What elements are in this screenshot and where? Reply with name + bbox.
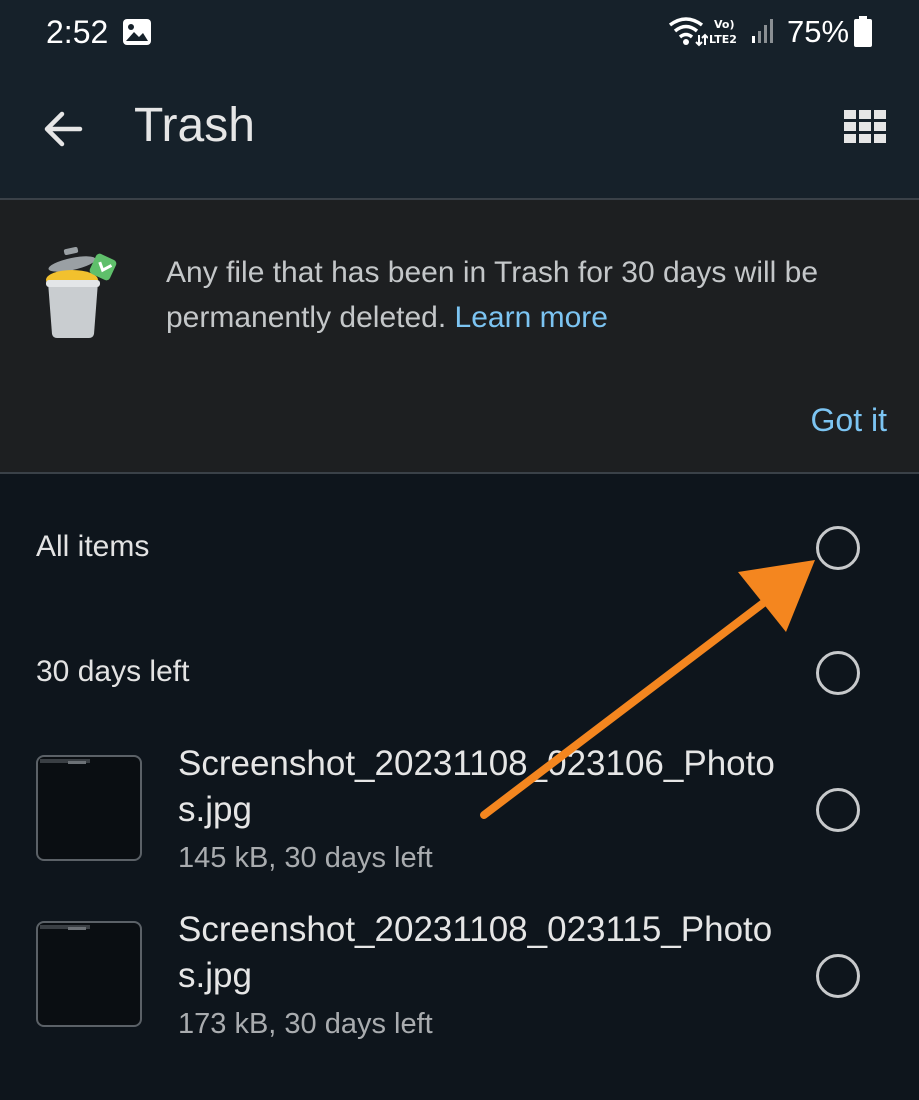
thumbnail-content [68, 927, 86, 930]
all-items-label: All items [36, 530, 150, 563]
svg-text:Vo): Vo) [714, 18, 735, 31]
got-it-button[interactable]: Got it [811, 402, 887, 439]
photo-icon [123, 19, 151, 45]
file-select-radio[interactable] [816, 788, 860, 832]
grid-view-icon[interactable] [844, 110, 886, 144]
battery-percentage: 75% [787, 14, 850, 49]
status-bar: 2:52 Vo) LTE2 75% [0, 0, 919, 70]
file-name: Screenshot_20231108_023106_Photos.jpg [178, 744, 775, 829]
battery-icon [854, 16, 872, 47]
banner-message: Any file that has been in Trash for 30 d… [166, 250, 886, 340]
file-select-radio[interactable] [816, 954, 860, 998]
volte-icon: Vo) LTE2 [709, 18, 737, 46]
all-items-radio[interactable] [816, 526, 860, 570]
file-meta: 173 kB, 30 days left [178, 1008, 433, 1040]
signal-icon [752, 19, 773, 43]
svg-text:LTE2: LTE2 [709, 33, 737, 46]
app-bar: Trash [0, 70, 919, 200]
learn-more-link[interactable]: Learn more [455, 301, 608, 334]
arrow-back-icon[interactable] [40, 106, 86, 152]
file-name: Screenshot_20231108_023115_Photos.jpg [178, 910, 773, 995]
file-thumbnail [36, 755, 142, 861]
thumbnail-content [68, 761, 86, 764]
trash-info-banner: Any file that has been in Trash for 30 d… [0, 200, 919, 474]
file-thumbnail [36, 921, 142, 1027]
file-meta: 145 kB, 30 days left [178, 842, 433, 874]
trash-can-icon [46, 246, 117, 338]
wifi-icon [668, 17, 708, 47]
group-label-30-days: 30 days left [36, 655, 190, 688]
status-time: 2:52 [46, 14, 109, 50]
group-30-days-radio[interactable] [816, 651, 860, 695]
page-title: Trash [134, 99, 255, 152]
